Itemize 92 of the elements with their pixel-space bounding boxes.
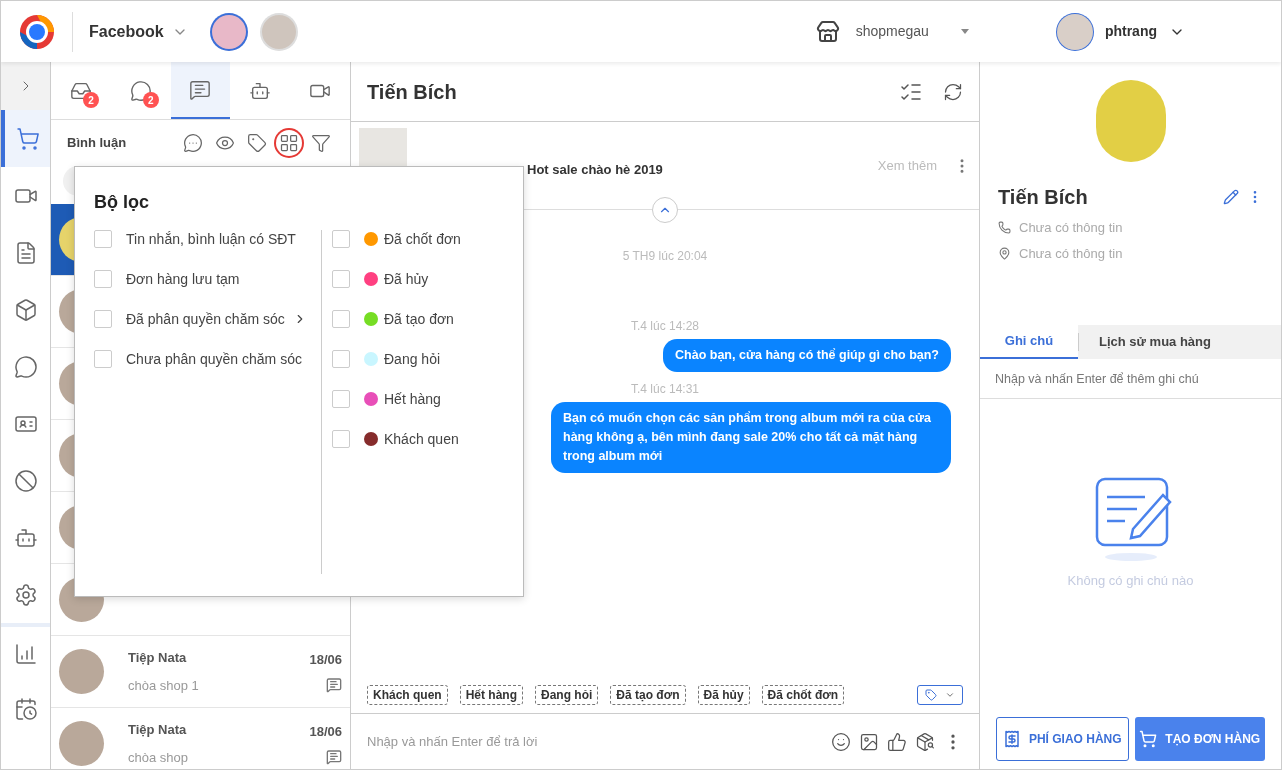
checkbox[interactable] <box>332 350 350 368</box>
tag-label: Đã tạo đơn <box>384 309 454 329</box>
store-icon <box>815 19 840 44</box>
comment-icon <box>189 78 212 101</box>
checkbox[interactable] <box>94 230 112 248</box>
comment-icon <box>326 749 342 766</box>
customer-name: Tiến Bích <box>998 185 1088 210</box>
contact-name: Tiệp Nata <box>128 721 188 739</box>
shop-dropdown[interactable]: shopmegau <box>855 21 969 42</box>
message-timestamp: T.4 lúc 14:28 <box>630 318 699 335</box>
action-button[interactable]: PHÍ GIAO HÀNG <box>996 717 1129 761</box>
tag-icon <box>925 689 937 701</box>
contact-avatar <box>59 721 104 766</box>
settings-icon <box>13 582 38 607</box>
chat-bubble-icon <box>129 79 152 102</box>
panel-tab[interactable]: Ghi chú <box>980 325 1078 359</box>
address-text: Chưa có thông tin <box>1019 244 1123 263</box>
comment-icon <box>326 677 342 694</box>
tag-label: Đã chốt đơn <box>384 229 461 249</box>
quick-tag[interactable]: Đang hỏi <box>535 685 599 705</box>
phone-text: Chưa có thông tin <box>1019 219 1123 237</box>
page-avatar[interactable] <box>211 14 246 49</box>
box-icon <box>13 297 38 322</box>
message-bubble: Chào bạn, cửa hàng có thể giúp gì cho bạn? <box>663 339 951 372</box>
user-avatar <box>1056 13 1093 50</box>
checkbox[interactable] <box>332 390 350 408</box>
list-tab[interactable] <box>170 62 231 119</box>
thumbs-up-icon[interactable] <box>887 731 907 752</box>
chart-icon <box>13 641 38 666</box>
panel-tab[interactable]: Lịch sử mua hàng <box>1079 325 1231 359</box>
message-preview: chòa shop 1 <box>128 676 200 695</box>
emoji-icon[interactable] <box>831 731 851 752</box>
quick-tag[interactable]: Hết hàng <box>459 685 523 705</box>
quick-tag[interactable]: Đã chốt đơn <box>761 685 845 705</box>
grid-icon <box>279 133 299 153</box>
edit-icon[interactable] <box>1223 189 1239 205</box>
filter-option: Tin nhắn, bình luận có SĐT <box>126 228 296 250</box>
count-badge: 2 <box>142 92 159 108</box>
message-date: 18/06 <box>309 722 342 741</box>
chat-title: Tiến Bích <box>367 79 457 105</box>
checkbox[interactable] <box>94 310 112 328</box>
note-field[interactable]: Nhập và nhấn Enter để thêm ghi chú <box>980 359 1281 399</box>
message-date: 18/06 <box>309 650 342 669</box>
caret-icon <box>960 29 969 34</box>
checkbox[interactable] <box>332 230 350 248</box>
contact-name: Tiệp Nata <box>128 649 188 667</box>
checkbox[interactable] <box>332 430 350 448</box>
tag-icon <box>247 133 267 153</box>
quick-tag[interactable]: Đã hủy <box>697 685 750 705</box>
checkbox[interactable] <box>332 270 350 288</box>
tag-label: Khách quen <box>384 429 459 449</box>
contact-avatar <box>59 649 104 694</box>
section-title: Bình luận <box>67 134 127 153</box>
tag-label: Hết hàng <box>384 389 441 409</box>
empty-state-text: Không có ghi chú nào <box>1067 572 1194 590</box>
calendar-clock-icon <box>13 696 38 721</box>
package-search-icon[interactable] <box>915 731 935 752</box>
quick-tag[interactable]: Đã tạo đơn <box>610 685 686 705</box>
chat-bubble-icon <box>13 354 38 379</box>
filter-option: Đã phân quyền chăm sóc <box>126 308 285 330</box>
filter-option: Chưa phân quyền chăm sóc <box>126 348 302 370</box>
tag-label: Đang hỏi <box>384 349 441 369</box>
phone-icon <box>998 221 1011 235</box>
cart-icon <box>15 126 40 151</box>
chevron-down-icon <box>945 690 955 700</box>
post-title: Hot sale chào hè 2019 <box>527 160 663 179</box>
location-pin-icon <box>998 246 1011 260</box>
reply-field[interactable]: Nhập và nhấn Enter để trả lời <box>367 731 823 752</box>
filter-icon <box>311 133 331 153</box>
popover-title: Bộ lọc <box>94 191 150 214</box>
toolbar-button[interactable] <box>276 130 302 156</box>
chat-dots-icon <box>183 133 203 153</box>
checkbox[interactable] <box>94 270 112 288</box>
filter-option: Đơn hàng lưu tạm <box>126 268 240 290</box>
tag-label: Đã hủy <box>384 269 429 289</box>
image-icon[interactable] <box>859 731 879 752</box>
block-icon <box>13 468 38 493</box>
channel-dropdown[interactable]: Facebook <box>89 19 188 44</box>
user-menu[interactable]: phtrang <box>1104 21 1185 42</box>
quick-tag[interactable]: Khách quen <box>367 685 448 705</box>
checkbox[interactable] <box>332 310 350 328</box>
tag-dropdown[interactable] <box>917 685 963 705</box>
message-timestamp: T.4 lúc 14:31 <box>630 381 699 398</box>
action-button[interactable]: TẠO ĐƠN HÀNG <box>1134 717 1265 761</box>
cart-icon <box>1139 730 1158 748</box>
refresh-icon[interactable] <box>943 81 963 102</box>
message-bubble: Bạn có muốn chọn các sản phẩm trong album mới ra của cửa hàng không ạ, bên mình đang sale 20% cho tất cả mặt hàng trong album mới <box>551 402 951 473</box>
receipt-icon <box>1002 730 1021 748</box>
count-badge: 2 <box>83 92 99 108</box>
checkbox[interactable] <box>94 350 112 368</box>
message-timestamp: 5 TH9 lúc 20:04 <box>622 248 708 265</box>
message-preview: chòa shop <box>128 748 189 767</box>
